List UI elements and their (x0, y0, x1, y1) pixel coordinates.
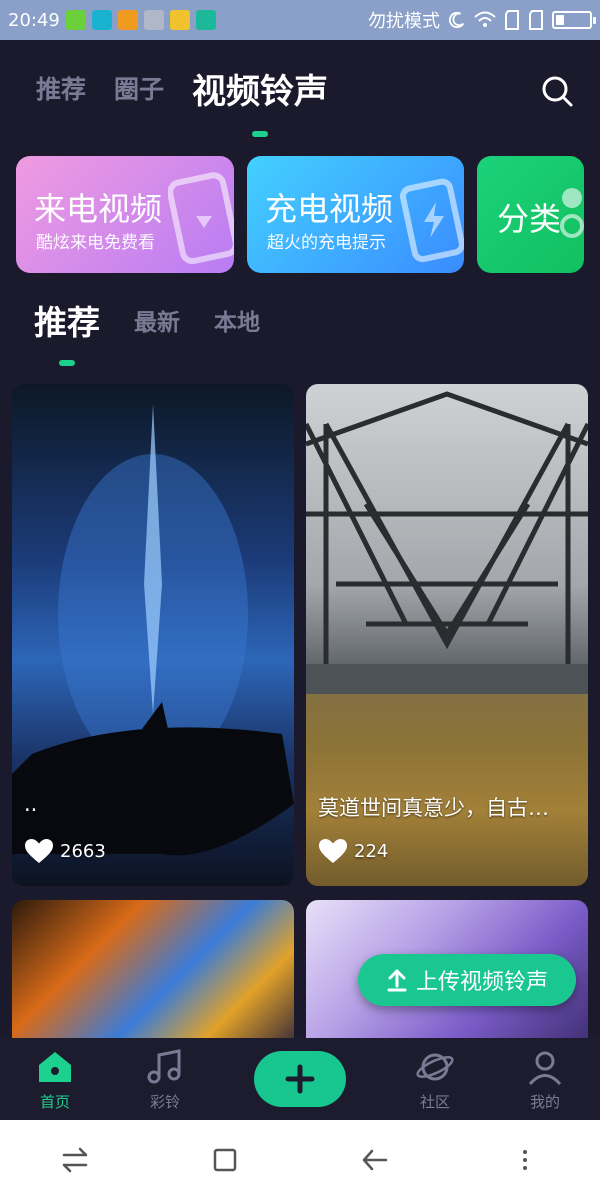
notification-app-icon (91, 10, 112, 30)
user-icon (528, 1051, 562, 1085)
phone-screen-icon (168, 172, 234, 264)
card-subtitle: 超火的充电提示 (267, 233, 386, 253)
bottom-nav: 首页 彩铃 社区 我的 (0, 1038, 600, 1120)
status-bar: 20:49 勿扰模式 (0, 0, 600, 40)
dnd-label: 勿扰模式 (368, 11, 440, 32)
card-subtitle: 酷炫来电免费看 (36, 233, 155, 253)
status-time: 20:49 (8, 9, 60, 31)
card-title: 分类 (497, 200, 562, 238)
search-icon[interactable] (540, 74, 574, 108)
sim-icon (505, 10, 519, 30)
back-icon[interactable] (360, 1145, 390, 1175)
video-caption: .. (24, 792, 38, 816)
sub-tab-bar: 推荐 最新 本地 (34, 290, 294, 366)
video-tile[interactable] (12, 900, 294, 1040)
home-icon (39, 1051, 71, 1082)
nav-label: 彩铃 (149, 1092, 180, 1111)
like-count-value: 224 (354, 840, 389, 862)
incoming-call-video-card[interactable]: 来电视频 酷炫来电免费看 (16, 156, 234, 273)
tab-recommend[interactable]: 推荐 (36, 70, 86, 106)
nav-label: 我的 (529, 1092, 560, 1111)
category-card[interactable]: 分类 (477, 156, 584, 273)
notification-app-icon (143, 10, 164, 30)
upload-video-ringtone-button[interactable]: 上传视频铃声 (358, 954, 576, 1006)
folder-icon (169, 10, 190, 30)
create-button[interactable] (254, 1051, 346, 1107)
video-grid: .. 2663 莫道世间真意少，自古… 224 (0, 384, 600, 1040)
tab-circle[interactable]: 圈子 (114, 70, 164, 106)
wifi-icon (474, 11, 496, 27)
warning-icon (117, 10, 138, 30)
switch-apps-icon[interactable] (60, 1145, 90, 1175)
like-count-value: 2663 (60, 840, 106, 862)
like-count[interactable]: 224 (318, 838, 388, 864)
moon-icon (448, 11, 465, 29)
music-note-icon (147, 1048, 181, 1083)
video-caption: 莫道世间真意少，自古… (318, 796, 549, 820)
subtab-latest[interactable]: 最新 (134, 303, 180, 337)
upload-icon (387, 969, 407, 992)
plus-icon (285, 1064, 315, 1094)
nav-label: 首页 (39, 1092, 70, 1111)
heart-icon (319, 839, 347, 863)
nav-ringback[interactable]: 彩铃 (110, 1038, 220, 1120)
sim-icon (529, 10, 543, 30)
subtab-local[interactable]: 本地 (214, 303, 260, 337)
video-tile[interactable]: 莫道世间真意少，自古… 224 (306, 384, 588, 886)
planet-icon (416, 1053, 454, 1080)
subtab-recommend[interactable]: 推荐 (34, 296, 100, 366)
menu-dots-icon[interactable] (510, 1145, 540, 1175)
nav-home[interactable]: 首页 (0, 1038, 110, 1120)
video-tile[interactable]: .. 2663 (12, 384, 294, 886)
nav-create[interactable] (220, 1038, 380, 1120)
like-count[interactable]: 2663 (24, 838, 106, 864)
battery-charge-icon (399, 178, 464, 263)
top-tab-bar: 推荐 圈子 视频铃声 (0, 40, 600, 137)
card-title: 来电视频 (34, 190, 163, 228)
usb-icon (195, 10, 216, 30)
nav-profile[interactable]: 我的 (490, 1038, 600, 1120)
charging-video-card[interactable]: 充电视频 超火的充电提示 (247, 156, 464, 273)
banner-cards: 来电视频 酷炫来电免费看 充电视频 超火的充电提示 分类 (16, 156, 600, 274)
notification-app-icon (65, 10, 86, 30)
system-nav-bar (0, 1120, 600, 1200)
card-title: 充电视频 (265, 190, 394, 228)
tab-video-ringtone[interactable]: 视频铃声 (192, 64, 328, 137)
battery-icon (552, 11, 596, 29)
home-square-icon[interactable] (210, 1145, 240, 1175)
nav-community[interactable]: 社区 (380, 1038, 490, 1120)
upload-button-label: 上传视频铃声 (415, 970, 548, 995)
nav-label: 社区 (419, 1092, 450, 1111)
heart-icon (25, 839, 53, 863)
